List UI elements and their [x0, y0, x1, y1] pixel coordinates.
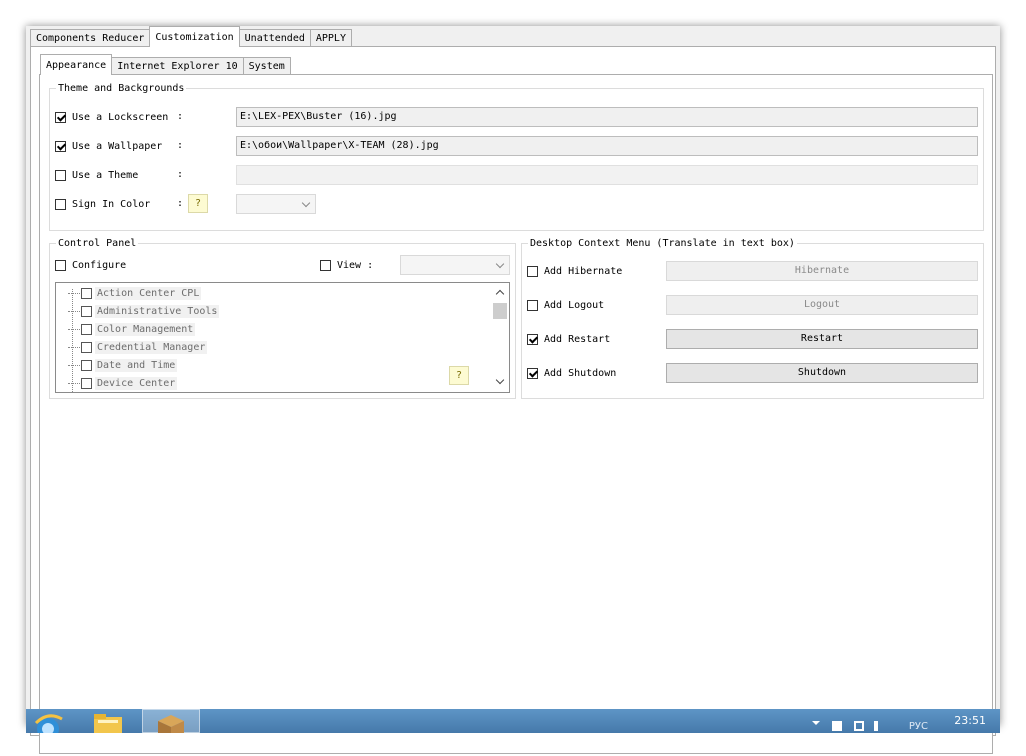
wallpaper-colon: : [177, 140, 184, 151]
signin-color-dropdown[interactable] [236, 194, 316, 214]
tree-item[interactable]: Administrative Tools [68, 302, 220, 320]
hibernate-checkbox-row[interactable]: Add Hibernate [527, 263, 622, 279]
sub-tab-bar: Appearance Internet Explorer 10 System [40, 54, 291, 75]
scroll-up-icon[interactable] [495, 289, 505, 299]
signin-color-colon: : [177, 198, 184, 209]
tree-item-label: Color Management [95, 322, 196, 336]
view-checkbox-row[interactable]: View : [320, 257, 373, 273]
logout-checkbox[interactable] [527, 299, 538, 311]
lockscreen-label: Use a Lockscreen [72, 111, 169, 123]
view-label: View : [337, 259, 374, 271]
tree-item-label: Administrative Tools [95, 304, 220, 318]
wallpaper-checkbox-row[interactable]: Use a Wallpaper [55, 138, 162, 154]
taskbar: РУС 23:51 [26, 709, 1000, 733]
wallpaper-checkbox[interactable] [55, 140, 66, 152]
tray-flag-icon[interactable] [832, 721, 842, 731]
package-icon[interactable] [152, 709, 190, 733]
signin-color-label: Sign In Color [72, 198, 151, 210]
scroll-down-icon[interactable] [495, 375, 505, 385]
tree-item-label: Device Center [95, 376, 178, 390]
tree-item-label: Date and Time [95, 358, 178, 372]
signin-color-checkbox-row[interactable]: Sign In Color [55, 196, 150, 212]
shutdown-checkbox-row[interactable]: Add Shutdown [527, 365, 616, 381]
control-panel-group: Control Panel Configure View : Action Ce… [49, 237, 516, 399]
wallpaper-path-field[interactable]: E:\обои\Wallpaper\X-TEAM (28).jpg [236, 136, 978, 156]
theme-checkbox-row[interactable]: Use a Theme [55, 167, 138, 183]
restart-label: Add Restart [544, 333, 611, 345]
lockscreen-colon: : [177, 111, 184, 122]
tree-item[interactable]: Action Center CPL [68, 284, 202, 302]
logout-text-button[interactable]: Logout [666, 295, 978, 315]
tab-appearance[interactable]: Appearance [40, 54, 113, 75]
restart-text-button[interactable]: Restart [666, 329, 978, 349]
signin-color-checkbox[interactable] [55, 198, 66, 210]
shutdown-text-button[interactable]: Shutdown [666, 363, 978, 383]
hibernate-checkbox[interactable] [527, 265, 538, 277]
shutdown-label: Add Shutdown [544, 367, 617, 379]
control-panel-help-button[interactable]: ? [449, 366, 469, 385]
tree-item-checkbox[interactable] [81, 377, 92, 389]
signin-color-help-button[interactable]: ? [188, 194, 208, 213]
restart-checkbox-row[interactable]: Add Restart [527, 331, 610, 347]
tray-arrow-icon[interactable] [812, 721, 820, 725]
tree-item[interactable]: Credential Manager [68, 338, 208, 356]
tree-item-checkbox[interactable] [81, 323, 92, 335]
restart-checkbox[interactable] [527, 333, 538, 345]
tab-unattended[interactable]: Unattended [238, 29, 311, 47]
theme-colon: : [177, 169, 184, 180]
tab-system[interactable]: System [242, 57, 291, 75]
theme-group-title: Theme and Backgrounds [56, 82, 187, 95]
theme-checkbox[interactable] [55, 169, 66, 181]
view-dropdown[interactable] [400, 255, 510, 275]
lockscreen-path-field[interactable]: E:\LEX-PEX\Buster (16).jpg [236, 107, 978, 127]
logout-checkbox-row[interactable]: Add Logout [527, 297, 604, 313]
context-menu-title: Desktop Context Menu (Translate in text … [528, 237, 797, 250]
tree-item-label: Action Center CPL [95, 286, 202, 300]
lockscreen-checkbox-row[interactable]: Use a Lockscreen [55, 109, 168, 125]
main-tab-bar: Components Reducer Customization Unatten… [30, 26, 352, 47]
appearance-panel: Theme and Backgrounds Use a Lockscreen :… [39, 74, 993, 754]
control-panel-tree[interactable]: Action Center CPL Administrative Tools C… [55, 282, 510, 393]
theme-backgrounds-group: Theme and Backgrounds Use a Lockscreen :… [49, 82, 984, 231]
logout-label: Add Logout [544, 299, 605, 311]
tab-customization[interactable]: Customization [149, 26, 240, 47]
view-checkbox[interactable] [320, 259, 331, 271]
customization-panel: Appearance Internet Explorer 10 System T… [30, 46, 996, 754]
tree-scrollbar[interactable] [492, 283, 509, 392]
tree-item-checkbox[interactable] [81, 341, 92, 353]
tab-apply[interactable]: APPLY [309, 29, 352, 47]
theme-path-field[interactable] [236, 165, 978, 185]
shutdown-checkbox[interactable] [527, 367, 538, 379]
tree-item[interactable]: Color Management [68, 320, 196, 338]
tree-item-checkbox[interactable] [81, 287, 92, 299]
scroll-thumb[interactable] [493, 303, 507, 319]
hibernate-text-button[interactable]: Hibernate [666, 261, 978, 281]
configure-label: Configure [72, 259, 127, 271]
tree-item-label: Credential Manager [95, 340, 208, 354]
theme-label: Use a Theme [72, 169, 139, 181]
tab-internet-explorer[interactable]: Internet Explorer 10 [111, 57, 244, 75]
app-window: Components Reducer Customization Unatten… [26, 26, 1000, 754]
internet-explorer-icon[interactable] [30, 709, 66, 733]
tree-item-checkbox[interactable] [81, 359, 92, 371]
wallpaper-label: Use a Wallpaper [72, 140, 163, 152]
tree-item-checkbox[interactable] [81, 305, 92, 317]
tray-volume-icon[interactable] [874, 721, 888, 731]
lockscreen-checkbox[interactable] [55, 111, 66, 123]
chevron-down-icon [495, 259, 505, 269]
chevron-down-icon [301, 198, 311, 208]
hibernate-label: Add Hibernate [544, 265, 623, 277]
control-panel-title: Control Panel [56, 237, 139, 250]
file-explorer-icon[interactable] [90, 709, 126, 733]
configure-checkbox-row[interactable]: Configure [55, 257, 126, 273]
language-indicator[interactable]: РУС [909, 721, 928, 732]
taskbar-clock[interactable]: 23:51 [954, 714, 986, 727]
desktop-context-menu-group: Desktop Context Menu (Translate in text … [521, 237, 984, 399]
tree-item[interactable]: Date and Time [68, 356, 178, 374]
configure-checkbox[interactable] [55, 259, 66, 271]
tab-components-reducer[interactable]: Components Reducer [30, 29, 151, 47]
tree-item[interactable]: Device Center [68, 374, 178, 392]
tray-network-icon[interactable] [854, 721, 864, 731]
